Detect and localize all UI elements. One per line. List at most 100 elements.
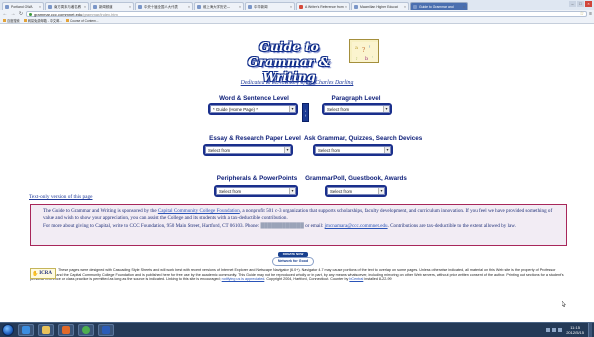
chevron-down-icon: ▾ <box>289 188 295 194</box>
hand-icon: ✋ <box>32 270 39 277</box>
close-tab-icon[interactable]: × <box>462 5 465 9</box>
bookmarks-bar: 百度搜索 网易免费邮箱 - 中文邮... Course of Contem... <box>0 18 594 24</box>
decorative-grammar-image: a ? ! ; b , <box>349 39 379 63</box>
url-field[interactable]: grammar.ccc.commnet.edu/grammar/index.ht… <box>26 11 588 17</box>
bookmark-item[interactable]: 网易免费邮箱 - 中文邮... <box>23 18 62 23</box>
tray-volume-icon[interactable] <box>552 328 557 332</box>
giving-paragraph: For more about giving to Capital, write … <box>43 223 516 230</box>
start-button[interactable] <box>2 324 14 336</box>
bcentral-link[interactable]: bCentral <box>349 277 363 281</box>
footer-notice: These pages were designed with Cascading… <box>30 268 564 282</box>
browser-tab[interactable]: Portland OWA × <box>2 2 44 10</box>
minimize-button[interactable]: – <box>569 1 576 7</box>
svg-text:b: b <box>365 56 368 62</box>
folder-icon <box>65 19 69 22</box>
browser-tab[interactable]: 中央十届全国人大代表 × <box>135 2 193 10</box>
favicon-icon <box>93 4 97 9</box>
address-bar: ← → ↻ grammar.ccc.commnet.edu/grammar/in… <box>0 10 594 18</box>
favicon-icon <box>354 4 358 9</box>
close-tab-icon[interactable]: × <box>403 5 406 9</box>
grammarpoll-select[interactable]: Select from ▾ <box>325 185 387 197</box>
peripherals-select[interactable]: Select from ▾ <box>214 185 298 197</box>
favicon-icon <box>48 4 52 9</box>
browser-tab[interactable]: A Writer's Reference from × <box>296 2 350 10</box>
tray-input-icon[interactable] <box>558 328 563 332</box>
favicon-icon <box>197 4 201 9</box>
heading-word-sentence: Word & Sentence Level <box>219 95 289 102</box>
ask-grammar-select[interactable]: Select from ▾ <box>313 144 393 156</box>
chevron-down-icon: ▾ <box>284 147 290 153</box>
heading-peripherals: Peripherals & PowerPoints <box>216 175 298 182</box>
forward-arrow-icon[interactable]: → <box>10 10 16 18</box>
system-tray: 11:15 2012/5/15 <box>546 322 594 337</box>
heading-essay: Essay & Research Paper Level <box>209 135 301 142</box>
heading-paragraph: Paragraph Level <box>331 95 381 102</box>
browser-tab[interactable]: 中华新闻 × <box>245 2 295 10</box>
taskbar-word-icon[interactable] <box>98 324 114 336</box>
phone-number: ████████████ <box>260 223 304 230</box>
paragraph-select[interactable]: Select from ▾ <box>322 103 392 115</box>
window-controls: – □ × <box>569 1 592 7</box>
tray-network-icon[interactable] <box>546 328 551 332</box>
bookmark-item[interactable]: Course of Contem... <box>65 19 98 23</box>
chevron-down-icon: ▾ <box>289 106 295 112</box>
essay-select[interactable]: Select from ▾ <box>203 144 293 156</box>
close-tab-icon[interactable]: × <box>238 5 241 9</box>
browser-tab[interactable]: 南方周末与著名教 × <box>45 2 89 10</box>
browser-tab[interactable]: 新闻频道 × <box>90 2 134 10</box>
taskbar-media-icon[interactable] <box>58 324 74 336</box>
svg-text:,: , <box>372 53 373 58</box>
taskbar-chrome-icon[interactable] <box>78 324 94 336</box>
bookmark-star-icon[interactable]: ☆ <box>580 11 584 17</box>
bookmark-item[interactable]: 百度搜索 <box>3 18 20 23</box>
favicon-icon <box>5 4 9 9</box>
browser-tab-bar: Portland OWA × 南方周末与著名教 × 新闻频道 × 中央十届全国人大代表… <box>0 0 594 10</box>
browser-menu-icon[interactable]: ≡ <box>589 11 592 17</box>
folder-icon <box>23 19 27 22</box>
favicon-icon <box>248 4 252 9</box>
icra-badge[interactable]: ✋ ICRA <box>30 268 56 279</box>
dedication-link[interactable]: Dedicated to the memory of Dr. Charles D… <box>230 80 364 86</box>
favicon-icon <box>299 4 303 9</box>
sponsor-paragraph: The Guide to Grammar and Writing is spon… <box>43 208 553 221</box>
word-sentence-select[interactable]: * Guide (Home Page) * ▾ <box>208 103 298 115</box>
heading-grammarpoll: GrammarPoll, Guestbook, Awards <box>305 175 407 182</box>
mouse-cursor-icon <box>562 301 566 307</box>
reload-icon[interactable]: ↻ <box>18 10 24 18</box>
url-text: grammar.ccc.commnet.edu/grammar/index.ht… <box>34 11 118 17</box>
taskbar-clock[interactable]: 11:15 2012/5/15 <box>564 325 586 335</box>
close-tab-icon[interactable]: × <box>128 5 131 9</box>
site-info-icon[interactable] <box>29 12 32 16</box>
close-tab-icon[interactable]: × <box>187 5 190 9</box>
email-link[interactable]: jmcnamara@ccc.commnet.edu <box>325 223 388 229</box>
go-arrow-icon[interactable]: ↓ ↑ <box>302 103 309 122</box>
chevron-down-icon: ▾ <box>384 147 390 153</box>
notify-us-link[interactable]: notifying us is appreciated <box>222 277 265 281</box>
back-arrow-icon[interactable]: ← <box>2 10 8 18</box>
close-tab-icon[interactable]: × <box>38 5 41 9</box>
svg-text:?: ? <box>362 47 365 54</box>
maximize-button[interactable]: □ <box>577 1 584 7</box>
site-title-logo: Guide to Grammar & Writing <box>247 39 331 84</box>
donate-now-button[interactable]: DONATE NOW Network for Good <box>272 252 314 266</box>
svg-text:a: a <box>355 45 358 51</box>
taskbar-explorer-icon[interactable] <box>38 324 54 336</box>
browser-tab[interactable]: Macmillan Higher Educat × <box>351 2 409 10</box>
folder-icon <box>3 19 6 22</box>
browser-tab[interactable]: 维上海大学历史— × <box>194 2 244 10</box>
close-tab-icon[interactable]: × <box>83 5 86 9</box>
favicon-icon <box>138 4 142 9</box>
close-tab-icon[interactable]: × <box>289 5 292 9</box>
taskbar-ie-icon[interactable] <box>18 324 34 336</box>
show-desktop-button[interactable] <box>588 322 592 337</box>
close-tab-icon[interactable]: × <box>344 5 347 9</box>
text-only-version-link[interactable]: Text-only version of this page <box>29 194 92 200</box>
favicon-icon <box>413 4 417 9</box>
foundation-link[interactable]: Capital Community College Foundation <box>158 208 240 214</box>
chevron-down-icon: ▾ <box>378 188 384 194</box>
browser-tab-active[interactable]: Guide to Grammar and × <box>410 2 468 10</box>
sponsor-notice-box: The Guide to Grammar and Writing is spon… <box>30 204 567 246</box>
windows-taskbar: 11:15 2012/5/15 <box>0 322 594 337</box>
heading-ask-grammar: Ask Grammar, Quizzes, Search Devices <box>304 135 423 142</box>
close-window-button[interactable]: × <box>585 1 592 7</box>
